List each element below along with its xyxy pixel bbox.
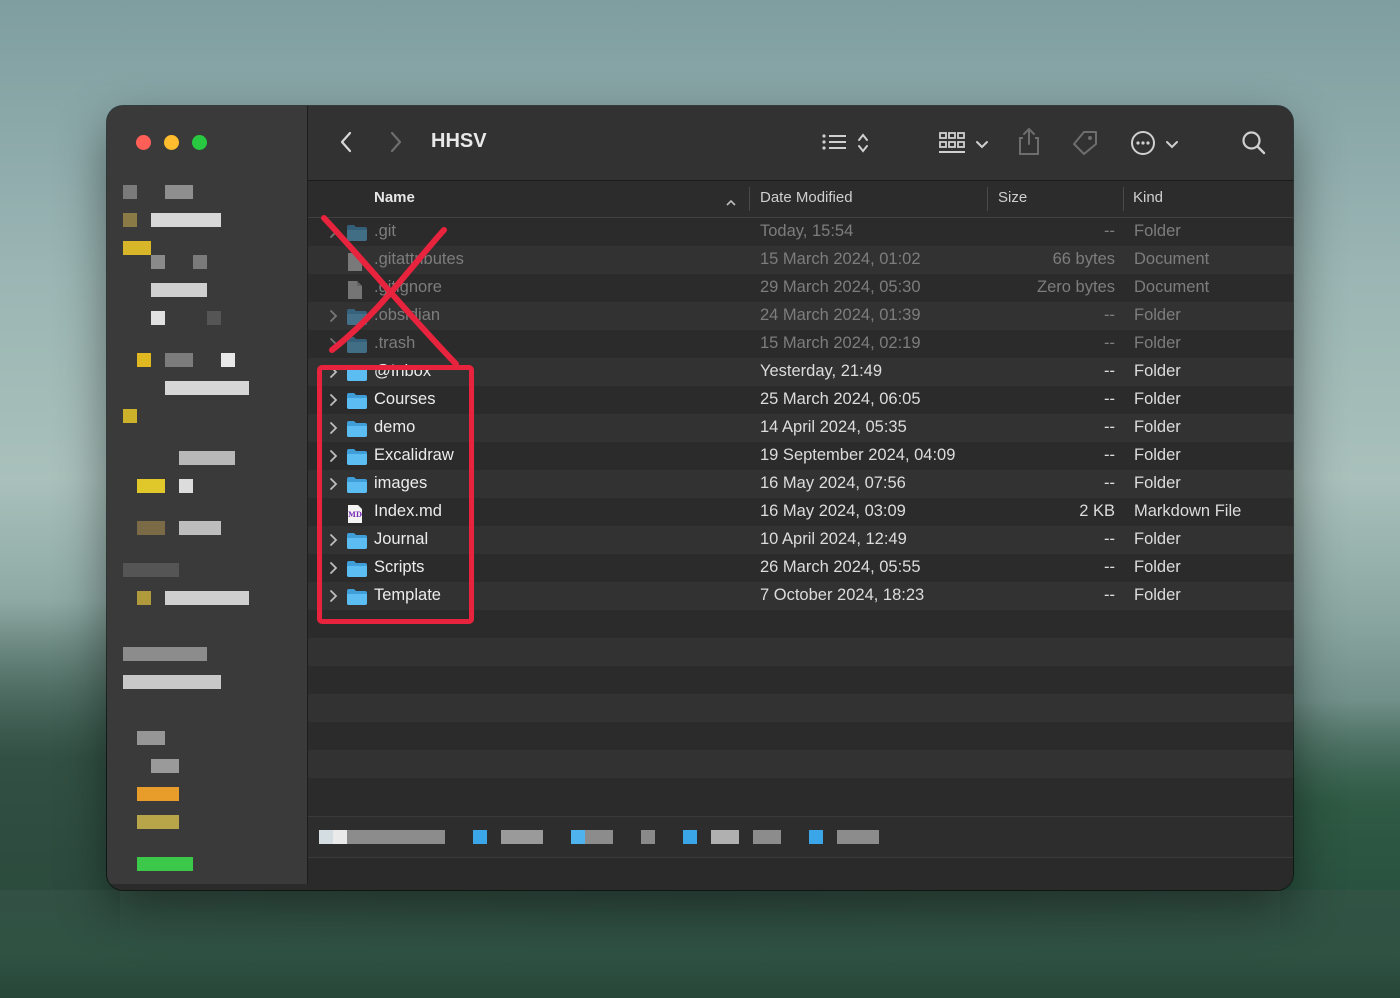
file-date-modified: 10 April 2024, 12:49 (760, 530, 907, 548)
path-bar (308, 816, 1293, 857)
empty-row (308, 750, 1293, 778)
empty-row (308, 694, 1293, 722)
file-kind: Folder (1134, 334, 1181, 352)
list-view-icon[interactable] (821, 132, 849, 157)
column-kind-header[interactable]: Kind (1133, 189, 1163, 206)
file-size: -- (1104, 334, 1115, 352)
empty-row (308, 638, 1293, 666)
file-date-modified: 24 March 2024, 01:39 (760, 306, 921, 324)
annotation-highlight-box (317, 365, 474, 624)
file-kind: Folder (1134, 362, 1181, 380)
annotation-cross (318, 214, 468, 374)
column-size-header[interactable]: Size (998, 189, 1027, 206)
file-date-modified: 29 March 2024, 05:30 (760, 278, 921, 296)
toolbar: HHSV (308, 106, 1293, 181)
empty-row (308, 778, 1293, 806)
file-size: -- (1104, 306, 1115, 324)
file-size: Zero bytes (1037, 278, 1115, 296)
file-date-modified: 14 April 2024, 05:35 (760, 418, 907, 436)
file-date-modified: 16 May 2024, 07:56 (760, 474, 906, 492)
file-size: -- (1104, 390, 1115, 408)
file-kind: Folder (1134, 306, 1181, 324)
window-title: HHSV (431, 130, 487, 152)
file-size: 66 bytes (1052, 250, 1115, 268)
grid-view-icon[interactable] (938, 131, 966, 160)
search-icon[interactable] (1241, 130, 1267, 161)
file-date-modified: 15 March 2024, 01:02 (760, 250, 921, 268)
column-name-header[interactable]: Name (374, 189, 415, 206)
file-kind: Folder (1134, 418, 1181, 436)
minimize-window-button[interactable] (164, 135, 179, 150)
background-forest-bottom (0, 890, 1400, 998)
file-size: -- (1104, 530, 1115, 548)
file-size: -- (1104, 222, 1115, 240)
file-kind: Document (1134, 250, 1210, 268)
sort-updown-icon[interactable] (857, 132, 869, 159)
file-date-modified: 7 October 2024, 18:23 (760, 586, 925, 604)
file-size: -- (1104, 586, 1115, 604)
file-kind: Folder (1134, 474, 1181, 492)
close-window-button[interactable] (136, 135, 151, 150)
chevron-down-icon[interactable] (975, 137, 989, 155)
file-kind: Folder (1134, 390, 1181, 408)
file-date-modified: 25 March 2024, 06:05 (760, 390, 921, 408)
more-icon[interactable] (1130, 130, 1156, 161)
file-date-modified: 26 March 2024, 05:55 (760, 558, 921, 576)
file-date-modified: 16 May 2024, 03:09 (760, 502, 906, 520)
file-size: -- (1104, 362, 1115, 380)
column-date-header[interactable]: Date Modified (760, 189, 853, 206)
file-date-modified: 15 March 2024, 02:19 (760, 334, 921, 352)
maximize-window-button[interactable] (192, 135, 207, 150)
file-kind: Folder (1134, 446, 1181, 464)
file-size: -- (1104, 474, 1115, 492)
file-date-modified: 19 September 2024, 04:09 (760, 446, 956, 464)
file-size: -- (1104, 558, 1115, 576)
status-bar (308, 857, 1293, 890)
file-kind: Folder (1134, 222, 1181, 240)
share-icon[interactable] (1017, 126, 1041, 161)
file-size: -- (1104, 418, 1115, 436)
file-kind: Folder (1134, 586, 1181, 604)
chevron-right-icon[interactable] (388, 130, 404, 159)
finder-window: HHSV Name Date Modified Size Kind .git T… (107, 106, 1293, 890)
file-kind: Folder (1134, 530, 1181, 548)
file-date-modified: Yesterday, 21:49 (760, 362, 883, 380)
file-kind: Folder (1134, 558, 1181, 576)
empty-row (308, 722, 1293, 750)
file-size: -- (1104, 446, 1115, 464)
column-header: Name Date Modified Size Kind (308, 181, 1293, 218)
file-kind: Document (1134, 278, 1210, 296)
sort-ascending-icon (725, 194, 737, 212)
tag-icon[interactable] (1070, 129, 1100, 160)
file-kind: Markdown File (1134, 502, 1242, 520)
chevron-down-icon[interactable] (1165, 137, 1179, 155)
file-date-modified: Today, 15:54 (760, 222, 854, 240)
empty-row (308, 666, 1293, 694)
chevron-left-icon[interactable] (338, 130, 354, 159)
file-size: 2 KB (1079, 502, 1115, 520)
sidebar (107, 106, 308, 884)
